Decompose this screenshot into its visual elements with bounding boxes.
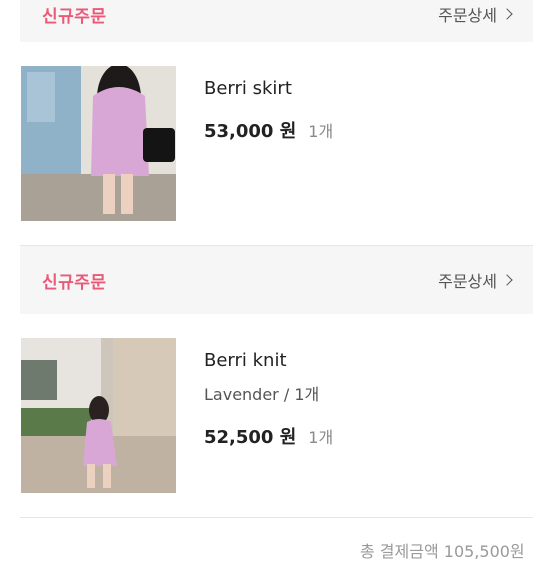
- price-row: 53,000 원 1개: [204, 117, 333, 143]
- chevron-right-icon: [501, 274, 513, 286]
- order-item: Berri knit Lavender / 1개 52,500 원 1개: [21, 338, 333, 493]
- product-qty: 1개: [308, 428, 334, 447]
- product-thumbnail[interactable]: [21, 338, 176, 493]
- product-name[interactable]: Berri knit: [204, 350, 333, 371]
- order-detail-link[interactable]: 주문상세: [438, 2, 513, 26]
- order-detail-label: 주문상세: [438, 6, 497, 25]
- item-info: Berri skirt 53,000 원 1개: [204, 66, 333, 143]
- product-name[interactable]: Berri skirt: [204, 78, 333, 99]
- product-price: 53,000 원: [204, 121, 297, 142]
- order-item: Berri skirt 53,000 원 1개: [21, 66, 333, 221]
- order-header: 신규주문 주문상세: [20, 246, 533, 314]
- order-detail-link[interactable]: 주문상세: [438, 268, 513, 292]
- price-row: 52,500 원 1개: [204, 423, 333, 449]
- product-qty: 1개: [308, 122, 334, 141]
- item-info: Berri knit Lavender / 1개 52,500 원 1개: [204, 338, 333, 449]
- order-detail-label: 주문상세: [438, 272, 497, 291]
- order-status: 신규주문: [42, 6, 107, 27]
- order-status: 신규주문: [42, 272, 107, 293]
- product-option: Lavender / 1개: [204, 385, 320, 404]
- divider: [20, 517, 533, 518]
- product-price: 52,500 원: [204, 427, 297, 448]
- product-thumbnail[interactable]: [21, 66, 176, 221]
- order-header: 신규주문 주문상세: [20, 0, 533, 42]
- total-amount: 총 결제금액 105,500원: [360, 542, 525, 561]
- chevron-right-icon: [501, 8, 513, 20]
